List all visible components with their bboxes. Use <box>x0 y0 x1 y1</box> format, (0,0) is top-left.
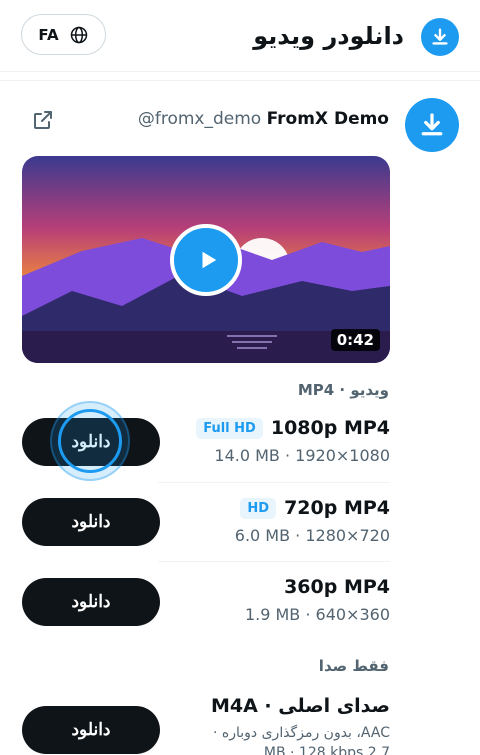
video-section-label: ویدیو · MP4 <box>297 381 389 399</box>
format-title-text: 1080p MP4 <box>270 417 390 439</box>
author-handle: @fromx_demo <box>137 109 262 129</box>
audio-meta-line2: 2.7 MB · 128 kbps <box>263 745 390 755</box>
app-title: دانلودر ویدیو <box>253 22 404 50</box>
format-row-1080p: دانلود Full HD 1080p MP4 14.0 MB · 1920×1… <box>22 417 390 477</box>
globe-icon <box>70 26 87 43</box>
download-button-360p[interactable]: دانلود <box>22 578 160 626</box>
download-button-audio[interactable]: دانلود <box>22 706 160 754</box>
avatar-download-icon <box>421 113 443 136</box>
app-header: FA دانلودر ویدیو <box>0 0 480 72</box>
format-title-text: 720p MP4 <box>284 497 390 519</box>
format-title: HD 720p MP4 <box>240 497 390 519</box>
header-divider <box>0 80 480 81</box>
row-divider <box>158 482 390 483</box>
format-row-720p: دانلود HD 720p MP4 6.0 MB · 1280×720 <box>22 497 390 557</box>
language-label: FA <box>38 25 59 44</box>
audio-title: صدای اصلی · M4A <box>210 695 390 717</box>
quality-badge: Full HD <box>196 418 263 439</box>
row-divider <box>158 561 390 562</box>
author-info: @fromx_demo FromX Demo <box>138 107 389 131</box>
format-meta: 1.9 MB · 640×360 <box>244 605 390 624</box>
language-toggle[interactable]: FA <box>21 14 106 55</box>
play-button[interactable] <box>170 224 242 296</box>
video-preview[interactable]: 0:42 <box>22 156 390 363</box>
avatar <box>405 98 459 152</box>
format-meta: 6.0 MB · 1280×720 <box>234 526 390 545</box>
play-icon <box>202 251 217 269</box>
format-title: Full HD 1080p MP4 <box>196 417 390 439</box>
audio-meta-line1: AAC، بدون رمزگذاری دوباره · <box>213 725 390 741</box>
download-button-720p[interactable]: دانلود <box>22 498 160 546</box>
quality-badge: HD <box>240 498 277 519</box>
external-link-icon[interactable] <box>31 108 55 132</box>
download-button-1080p[interactable]: دانلود <box>22 418 160 466</box>
download-icon <box>421 18 459 56</box>
format-title-text: 360p MP4 <box>284 576 390 598</box>
author-name: FromX Demo <box>266 109 389 129</box>
video-duration: 0:42 <box>330 329 380 351</box>
audio-section-label: فقط صدا <box>318 657 389 675</box>
format-meta: 14.0 MB · 1920×1080 <box>214 446 390 465</box>
format-row-360p: دانلود 360p MP4 1.9 MB · 640×360 <box>22 576 390 636</box>
